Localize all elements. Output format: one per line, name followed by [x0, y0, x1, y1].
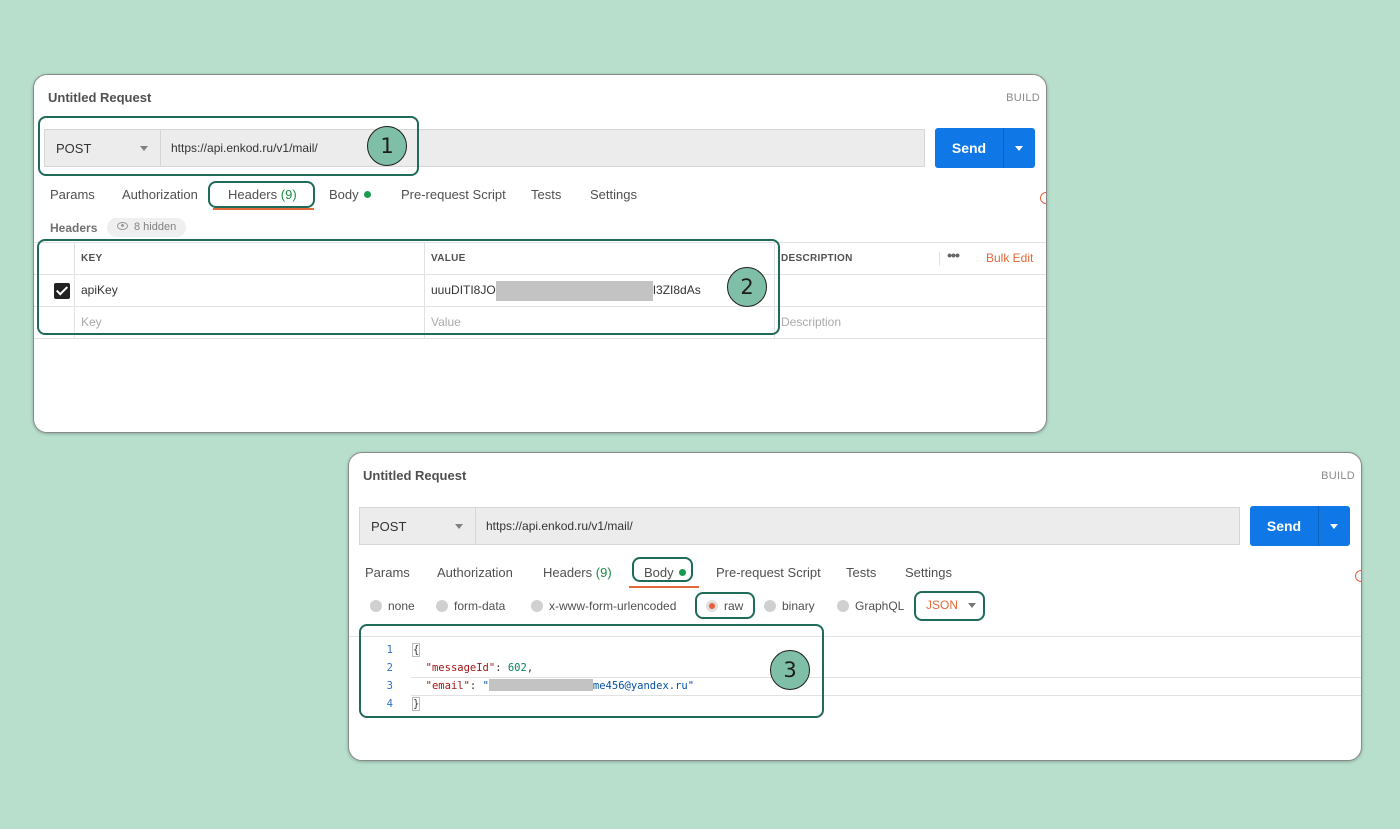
body-type-urlencoded-label: x-www-form-urlencoded — [549, 599, 677, 613]
hidden-headers-count: 8 hidden — [134, 221, 177, 233]
tab-headers-count: (9) — [595, 565, 612, 580]
radio-icon — [531, 600, 543, 612]
body-type-urlencoded[interactable]: x-www-form-urlencoded — [531, 599, 676, 613]
callout-frame-body-editor — [359, 624, 824, 718]
tab-prerequest-script[interactable]: Pre-request Script — [716, 565, 821, 580]
send-label: Send — [951, 140, 987, 156]
body-type-options: none form-data x-www-form-urlencoded raw… — [349, 599, 1361, 619]
header-description-field[interactable] — [775, 275, 945, 306]
build-label[interactable]: BUILD — [1006, 92, 1040, 104]
body-type-form-data[interactable]: form-data — [436, 599, 505, 613]
callout-frame-headers-table — [37, 239, 780, 335]
request-tabs: Params Authorization Headers (9) Body Pr… — [349, 565, 1361, 587]
send-button[interactable]: Send — [1250, 506, 1350, 546]
eye-icon — [117, 222, 128, 230]
body-type-binary[interactable]: binary — [764, 599, 815, 613]
body-type-form-data-label: form-data — [454, 599, 506, 613]
body-type-graphql-label: GraphQL — [855, 599, 905, 613]
tab-tests[interactable]: Tests — [846, 565, 876, 580]
chevron-down-icon — [455, 524, 463, 529]
request-title: Untitled Request — [363, 468, 467, 483]
radio-icon — [436, 600, 448, 612]
tab-params[interactable]: Params — [50, 187, 95, 202]
column-description-header: DESCRIPTION — [781, 253, 853, 264]
tab-authorization[interactable]: Authorization — [122, 187, 198, 202]
body-type-none-label: none — [388, 599, 415, 613]
tab-prerequest-script[interactable]: Pre-request Script — [401, 187, 506, 202]
body-type-binary-label: binary — [782, 599, 815, 613]
headers-section-label: Headers — [50, 221, 98, 235]
active-tab-underline — [213, 208, 314, 210]
cookies-indicator-icon[interactable] — [1355, 570, 1361, 582]
radio-icon — [370, 600, 382, 612]
tab-headers[interactable]: Headers (9) — [543, 565, 612, 580]
body-type-graphql[interactable]: GraphQL — [837, 599, 904, 613]
send-button[interactable]: Send — [935, 128, 1035, 168]
url-input[interactable]: https://api.enkod.ru/v1/mail/ — [475, 507, 1240, 545]
callout-frame-headers-tab — [208, 181, 315, 208]
callout-frame-url — [38, 116, 419, 176]
method-value: POST — [371, 519, 407, 534]
tab-authorization[interactable]: Authorization — [437, 565, 513, 580]
body-indicator-dot — [363, 191, 371, 198]
hidden-headers-toggle[interactable]: 8 hidden — [107, 218, 187, 237]
send-divider — [1318, 506, 1319, 546]
radio-icon — [764, 600, 776, 612]
active-tab-underline — [629, 586, 699, 588]
tab-body[interactable]: Body — [329, 187, 371, 202]
callout-badge-3: 3 — [770, 650, 810, 690]
tab-params[interactable]: Params — [365, 565, 410, 580]
tab-body-label: Body — [329, 187, 359, 202]
tab-headers-label: Headers — [543, 565, 593, 580]
callout-badge-1: 1 — [367, 126, 407, 166]
build-label[interactable]: BUILD — [1321, 470, 1355, 482]
radio-icon — [837, 600, 849, 612]
callout-frame-json — [914, 591, 985, 621]
method-select[interactable]: POST — [359, 507, 475, 545]
tab-tests[interactable]: Tests — [531, 187, 561, 202]
bulk-edit-link[interactable]: Bulk Edit — [986, 243, 1033, 274]
body-type-none[interactable]: none — [370, 599, 415, 613]
send-options-chevron-icon[interactable] — [1330, 524, 1338, 529]
send-label: Send — [1266, 518, 1302, 534]
cookies-indicator-icon[interactable] — [1040, 192, 1046, 204]
tab-settings[interactable]: Settings — [905, 565, 952, 580]
callout-frame-raw — [695, 592, 755, 619]
request-title: Untitled Request — [48, 90, 152, 105]
new-description-input[interactable]: Description — [775, 307, 945, 338]
callout-frame-body-tab — [632, 557, 693, 582]
tab-settings[interactable]: Settings — [590, 187, 637, 202]
callout-badge-2: 2 — [727, 267, 767, 307]
send-options-chevron-icon[interactable] — [1015, 146, 1023, 151]
request-tabs: Params Authorization Headers (9) Body Pr… — [34, 187, 1046, 209]
more-options-icon[interactable]: ••• — [939, 248, 966, 266]
url-value: https://api.enkod.ru/v1/mail/ — [486, 519, 633, 533]
send-divider — [1003, 128, 1004, 168]
